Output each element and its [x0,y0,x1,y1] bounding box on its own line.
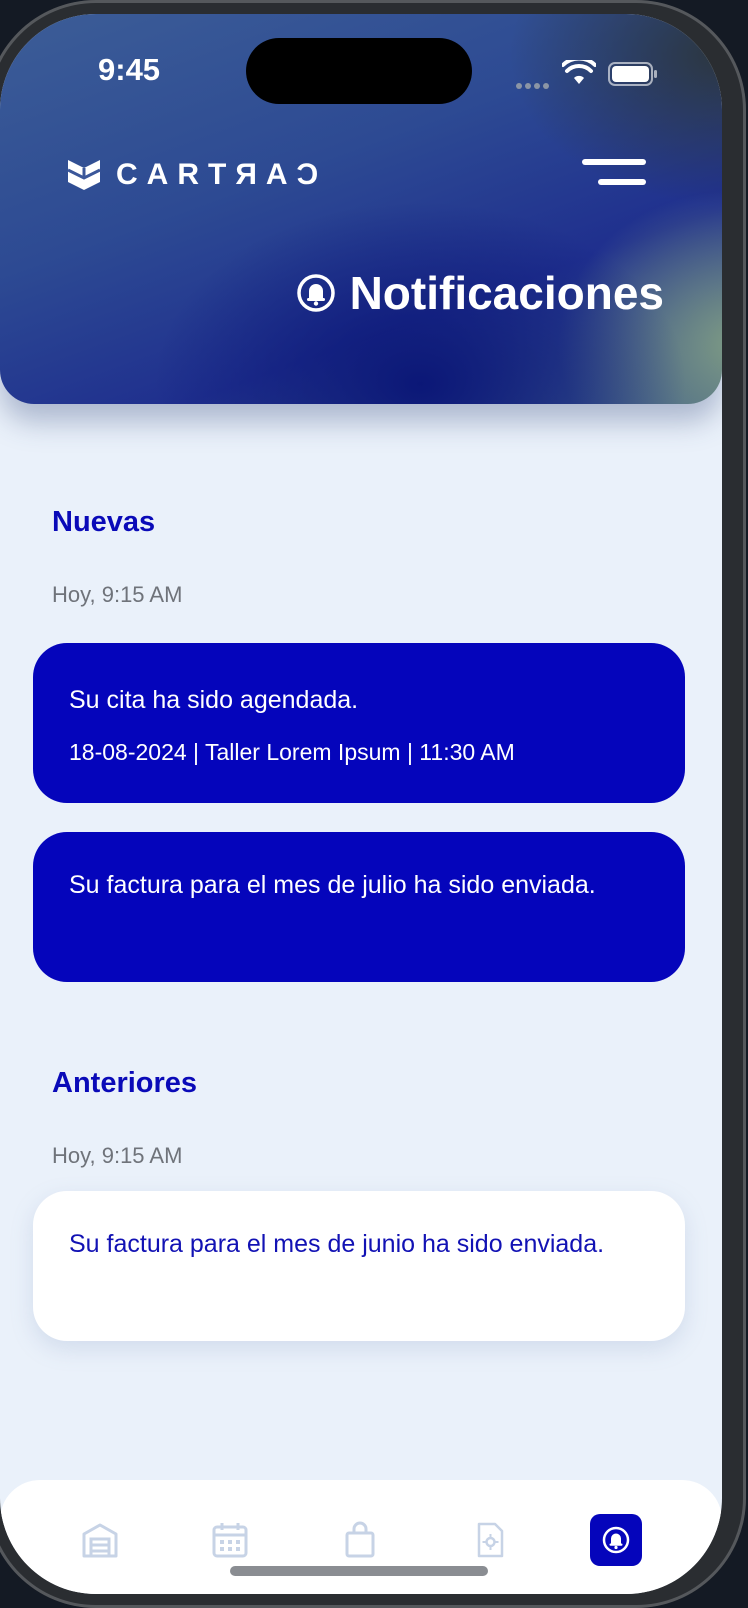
home-indicator [230,1566,488,1576]
notification-card[interactable]: Su factura para el mes de junio ha sido … [33,1191,685,1341]
page-title: Notificaciones [296,266,664,320]
timestamp-new: Hoy, 9:15 AM [52,582,183,607]
notification-card[interactable]: Su factura para el mes de julio ha sido … [33,832,685,982]
section-title-new: Nuevas [52,506,156,538]
page-title-text: Notificaciones [349,267,664,319]
bottom-tab-bar [0,1480,722,1594]
dynamic-island [246,38,472,104]
wifi-icon [562,60,596,84]
notification-card[interactable]: Su cita ha sido agendada. 18-08-2024 | T… [33,643,685,803]
tab-garage[interactable] [80,1520,120,1560]
shopping-bag-icon [345,1521,375,1558]
battery-icon [608,62,657,86]
tab-documents[interactable] [470,1520,510,1560]
garage-icon [82,1523,118,1558]
brand-logo: CARTЯAƆ [66,156,327,194]
bell-icon [602,1526,630,1554]
menu-button[interactable] [576,159,646,193]
header: 9:45 CARTЯAƆ Notificaciones [0,14,722,404]
document-settings-icon [477,1522,504,1558]
timestamp-previous: Hoy, 9:15 AM [52,1143,183,1168]
notification-text: Su factura para el mes de junio ha sido … [69,1230,605,1258]
app-screen: 9:45 CARTЯAƆ Notificaciones Nuevas Hoy, … [0,14,722,1594]
section-title-previous: Anteriores [52,1067,198,1099]
tab-notifications[interactable] [590,1514,642,1566]
brand-name: CARTЯAƆ [116,158,328,191]
menu-line-bottom [598,179,646,185]
bell-icon [296,274,335,312]
tab-calendar[interactable] [210,1520,250,1560]
notification-text: Su cita ha sido agendada. [69,686,359,714]
notification-detail: 18-08-2024 | Taller Lorem Ipsum | 11:30 … [69,739,515,765]
calendar-icon [212,1523,248,1558]
notification-text: Su factura para el mes de julio ha sido … [69,871,596,899]
cellular-signal-icon [516,76,552,89]
brand-mark-icon [67,160,101,190]
menu-line-top [582,159,646,165]
status-time: 9:45 [98,52,161,87]
tab-shop[interactable] [340,1520,380,1560]
